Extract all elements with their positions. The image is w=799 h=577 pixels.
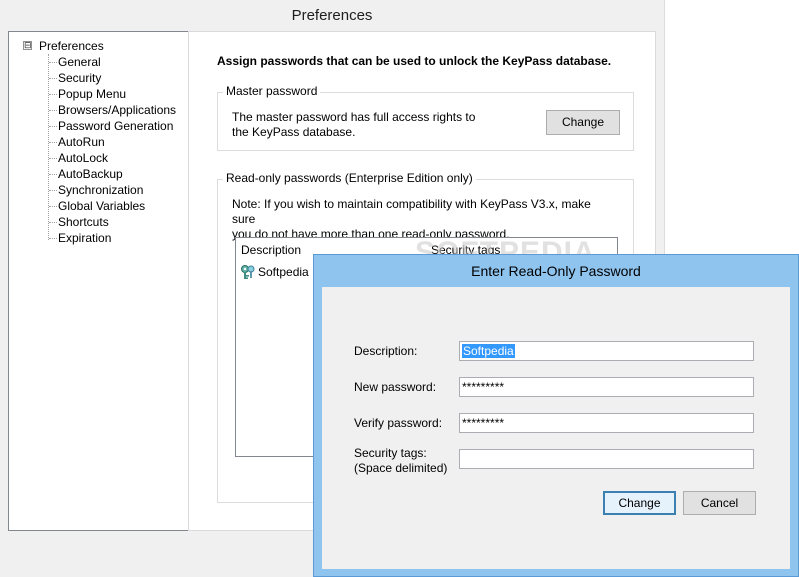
verify-password-label: Verify password: bbox=[354, 416, 443, 430]
description-label: Description: bbox=[354, 344, 418, 358]
readonly-legend: Read-only passwords (Enterprise Edition … bbox=[223, 171, 476, 185]
tree-item-browsers-applications[interactable]: Browsers/Applications bbox=[49, 102, 176, 118]
tree-item-security[interactable]: Security bbox=[49, 70, 101, 86]
master-password-group: Master password The master password has … bbox=[217, 84, 634, 151]
security-tags-label-text: Security tags: bbox=[354, 446, 427, 460]
change-button[interactable]: Change bbox=[603, 491, 676, 515]
tree-root-preferences[interactable]: Preferences bbox=[39, 39, 104, 53]
description-value: Softpedia bbox=[462, 344, 515, 358]
tree-item-autorun[interactable]: AutoRun bbox=[49, 134, 105, 150]
description-input[interactable]: Softpedia bbox=[459, 341, 754, 361]
master-desc-line1: The master password has full access righ… bbox=[232, 110, 476, 124]
tree-item-autolock[interactable]: AutoLock bbox=[49, 150, 108, 166]
tree-item-expiration[interactable]: Expiration bbox=[49, 230, 111, 246]
tree-item-global-variables[interactable]: Global Variables bbox=[49, 198, 145, 214]
collapse-icon[interactable]: ⊟ bbox=[23, 41, 32, 50]
column-header-description[interactable]: Description bbox=[241, 243, 301, 257]
security-tags-sublabel: (Space delimited) bbox=[354, 461, 448, 475]
tree-item-password-generation[interactable]: Password Generation bbox=[49, 118, 173, 134]
cancel-button[interactable]: Cancel bbox=[683, 491, 756, 515]
row-description: Softpedia bbox=[258, 265, 309, 279]
tree-item-synchronization[interactable]: Synchronization bbox=[49, 182, 143, 198]
new-password-label: New password: bbox=[354, 380, 437, 394]
tree-item-general[interactable]: General bbox=[49, 54, 101, 70]
master-desc-line2: the KeyPass database. bbox=[232, 125, 356, 139]
security-tags-input[interactable] bbox=[459, 449, 754, 469]
master-password-description: The master password has full access righ… bbox=[232, 110, 492, 140]
change-master-password-button[interactable]: Change bbox=[546, 110, 620, 135]
new-password-input[interactable]: ********* bbox=[459, 377, 754, 397]
tree-item-popup-menu[interactable]: Popup Menu bbox=[49, 86, 126, 102]
security-tags-label: Security tags: (Space delimited) bbox=[354, 446, 447, 476]
tree-item-autobackup[interactable]: AutoBackup bbox=[49, 166, 123, 182]
dialog-title: Enter Read-Only Password bbox=[471, 263, 641, 279]
tree-item-shortcuts[interactable]: Shortcuts bbox=[49, 214, 109, 230]
readonly-note-line1: Note: If you wish to maintain compatibil… bbox=[232, 197, 591, 226]
dialog-body: Description: Softpedia New password: ***… bbox=[322, 287, 790, 569]
window-title: Preferences bbox=[291, 7, 373, 24]
intro-text: Assign passwords that can be used to unl… bbox=[217, 54, 612, 68]
preferences-tree[interactable]: ⊟ Preferences General Security Popup Men… bbox=[8, 31, 189, 531]
key-icon bbox=[240, 264, 256, 280]
verify-password-input[interactable]: ********* bbox=[459, 413, 754, 433]
master-password-legend: Master password bbox=[223, 84, 321, 98]
enter-readonly-password-dialog: Enter Read-Only Password Description: So… bbox=[313, 254, 799, 577]
